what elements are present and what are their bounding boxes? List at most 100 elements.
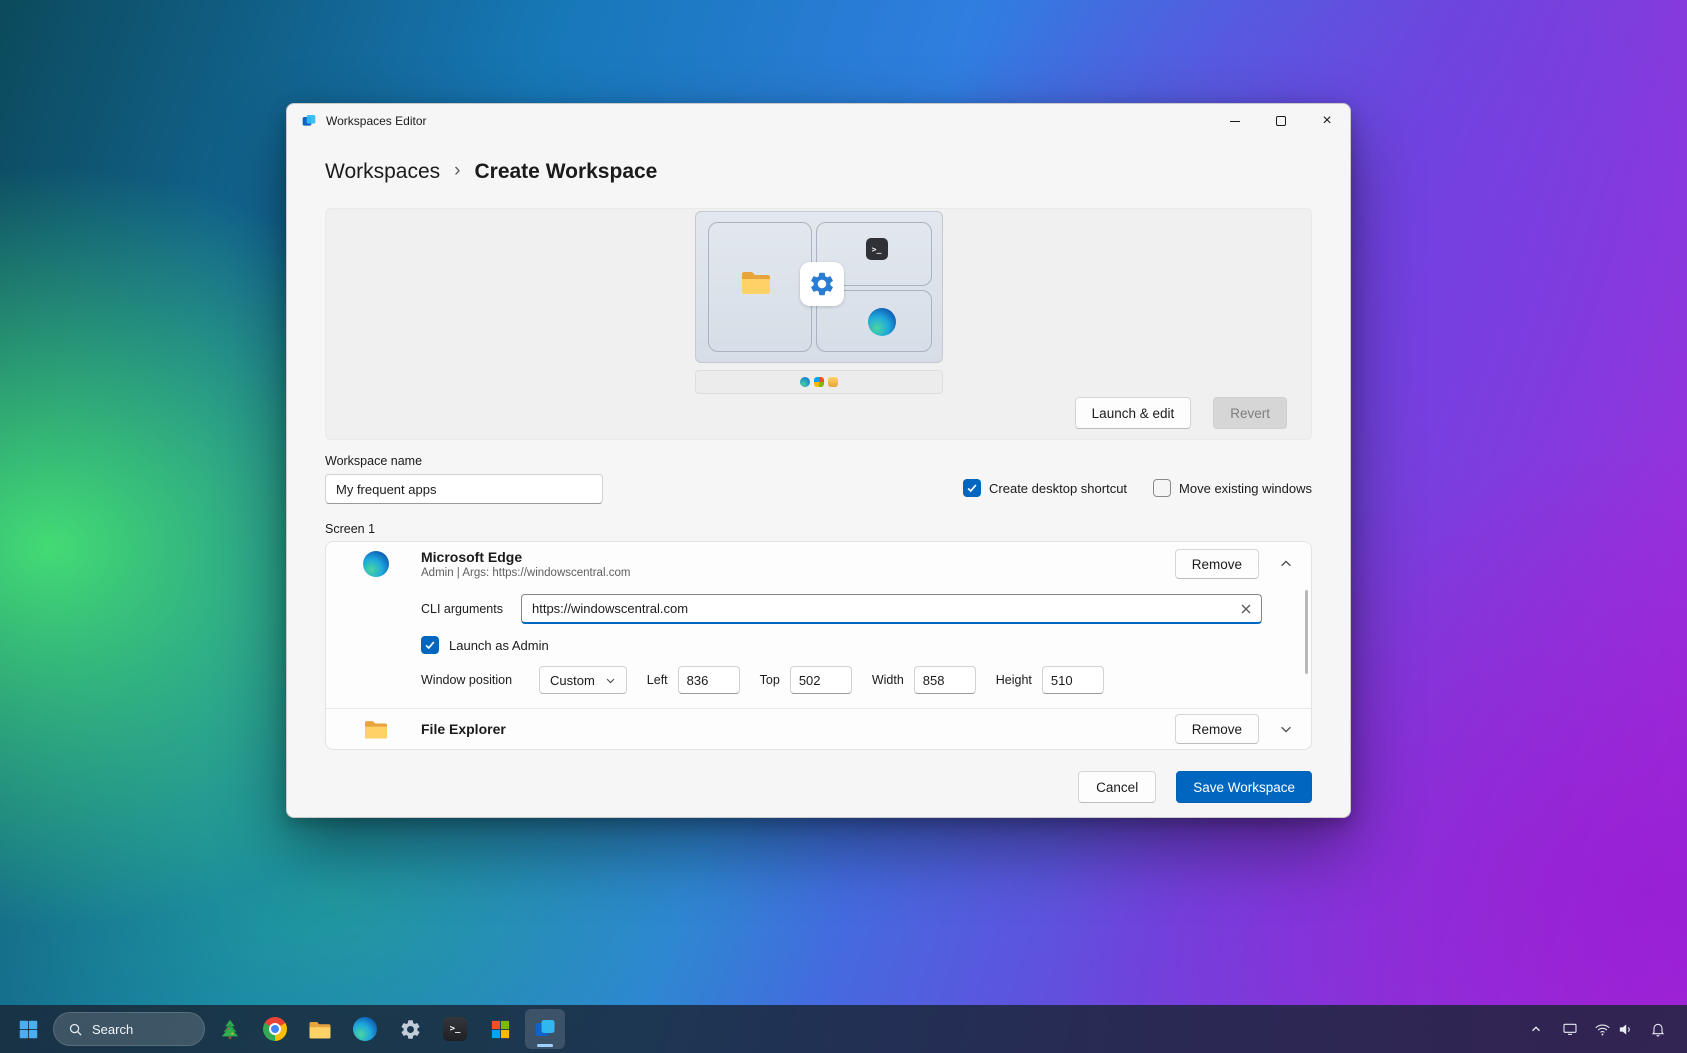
wifi-icon (1594, 1021, 1611, 1038)
height-input[interactable] (1042, 666, 1104, 694)
app-row-file-explorer: File Explorer Remove (326, 709, 1311, 749)
windows-logo-icon (18, 1019, 39, 1040)
window-controls: × (1212, 104, 1350, 138)
terminal-icon: >_ (443, 1017, 467, 1041)
edge-icon (353, 1017, 377, 1041)
edge-mini-icon (800, 377, 810, 387)
window-position-value: Custom (550, 673, 595, 688)
taskbar: Search >_ (0, 1005, 1687, 1053)
file-explorer-icon (362, 716, 389, 743)
app-subtitle: Admin | Args: https://windowscentral.com (421, 567, 630, 579)
top-input[interactable] (790, 666, 852, 694)
screen-section-label: Screen 1 (325, 522, 1312, 536)
chevron-right-icon: › (454, 160, 460, 182)
workspace-name-row: Workspace name Create desktop shortcut M… (325, 454, 1312, 504)
terminal-icon: >_ (866, 238, 888, 260)
maximize-button[interactable] (1258, 104, 1304, 138)
height-label: Height (996, 673, 1032, 687)
folder-mini-icon (828, 377, 838, 387)
start-button[interactable] (8, 1009, 48, 1049)
workspace-name-input[interactable] (325, 474, 603, 504)
window-position-row: Window position Custom Left Top Width He… (421, 666, 1262, 694)
window-content: Workspaces › Create Workspace >_ (287, 138, 1350, 817)
cli-arguments-label: CLI arguments (421, 602, 521, 616)
remove-app-button[interactable]: Remove (1175, 714, 1259, 744)
monitor-layout-thumbnail: >_ (695, 211, 943, 363)
page-title: Create Workspace (474, 160, 657, 184)
taskbar-edge-button[interactable] (345, 1009, 385, 1049)
minimize-icon (1230, 121, 1240, 122)
checkbox-checked-icon (421, 636, 439, 654)
maximize-icon (1276, 116, 1286, 126)
cancel-button[interactable]: Cancel (1078, 771, 1156, 803)
taskbar-file-explorer-button[interactable] (300, 1009, 340, 1049)
footer-actions: Cancel Save Workspace (325, 771, 1312, 803)
app-titles: Microsoft Edge Admin | Args: https://win… (421, 549, 630, 579)
x-icon (1240, 603, 1252, 615)
left-input[interactable] (678, 666, 740, 694)
network-volume-button[interactable] (1589, 1013, 1639, 1045)
workspaces-icon (533, 1017, 557, 1041)
workspace-options: Create desktop shortcut Move existing wi… (963, 479, 1312, 504)
taskbar-app-grid-button[interactable] (480, 1009, 520, 1049)
edge-icon (868, 308, 896, 336)
workspace-preview-panel: >_ Launch & edit Revert (325, 208, 1312, 440)
taskbar-settings-button[interactable] (390, 1009, 430, 1049)
row-actions: Remove (1175, 714, 1299, 744)
move-existing-windows-checkbox[interactable]: Move existing windows (1153, 479, 1312, 497)
taskbar-terminal-button[interactable]: >_ (435, 1009, 475, 1049)
minimize-button[interactable] (1212, 104, 1258, 138)
checkbox-checked-icon (963, 479, 981, 497)
window-position-dropdown[interactable]: Custom (539, 666, 627, 694)
bell-icon (1650, 1021, 1666, 1037)
close-icon: × (1322, 113, 1331, 129)
breadcrumb: Workspaces › Create Workspace (325, 160, 1312, 184)
search-icon (68, 1022, 83, 1037)
workspace-name-label: Workspace name (325, 454, 603, 468)
app-grid-icon (491, 1020, 510, 1039)
system-tray (1521, 1013, 1679, 1045)
gear-icon (399, 1018, 422, 1041)
app-name: File Explorer (421, 721, 506, 737)
expand-row-button[interactable] (1273, 716, 1299, 742)
clear-input-button[interactable] (1235, 598, 1257, 620)
app-list: Microsoft Edge Admin | Args: https://win… (325, 541, 1312, 750)
save-workspace-button[interactable]: Save Workspace (1176, 771, 1312, 803)
remove-app-button[interactable]: Remove (1175, 549, 1259, 579)
row-actions: Remove (1175, 549, 1299, 579)
workspace-name-field-group: Workspace name (325, 454, 603, 504)
collapse-row-button[interactable] (1273, 551, 1299, 577)
notifications-button[interactable] (1643, 1013, 1673, 1045)
launch-and-edit-button[interactable]: Launch & edit (1075, 397, 1192, 429)
close-button[interactable]: × (1304, 104, 1350, 138)
breadcrumb-workspaces-link[interactable]: Workspaces (325, 160, 440, 184)
active-app-indicator (537, 1044, 553, 1047)
app-grid-mini-icon (814, 377, 824, 387)
width-input[interactable] (914, 666, 976, 694)
taskbar-chrome-button[interactable] (255, 1009, 295, 1049)
cli-arguments-input[interactable] (521, 594, 1262, 624)
chevron-down-icon (605, 675, 616, 686)
launch-as-admin-checkbox[interactable]: Launch as Admin (421, 636, 1262, 654)
app-row-microsoft-edge: Microsoft Edge Admin | Args: https://win… (326, 542, 1311, 586)
app-titles: File Explorer (421, 721, 506, 737)
monitor-icon (1562, 1021, 1578, 1037)
width-label: Width (872, 673, 904, 687)
gear-icon (808, 270, 836, 298)
taskbar-seasonal-app-button[interactable] (210, 1009, 250, 1049)
revert-button[interactable]: Revert (1213, 397, 1287, 429)
create-desktop-shortcut-checkbox[interactable]: Create desktop shortcut (963, 479, 1127, 497)
taskbar-search[interactable]: Search (53, 1012, 205, 1046)
hidden-icons-button[interactable] (1521, 1013, 1551, 1045)
chevron-up-icon (1279, 557, 1293, 571)
checkbox-unchecked-icon (1153, 479, 1171, 497)
file-explorer-icon (308, 1019, 332, 1040)
edge-icon (362, 551, 389, 578)
app-name: Microsoft Edge (421, 549, 630, 565)
titlebar[interactable]: Workspaces Editor × (287, 104, 1350, 138)
display-tray-button[interactable] (1555, 1013, 1585, 1045)
taskbar-workspaces-button[interactable] (525, 1009, 565, 1049)
workspaces-app-icon (301, 113, 317, 129)
scrollbar[interactable] (1305, 590, 1308, 674)
chevron-down-icon (1279, 722, 1293, 736)
